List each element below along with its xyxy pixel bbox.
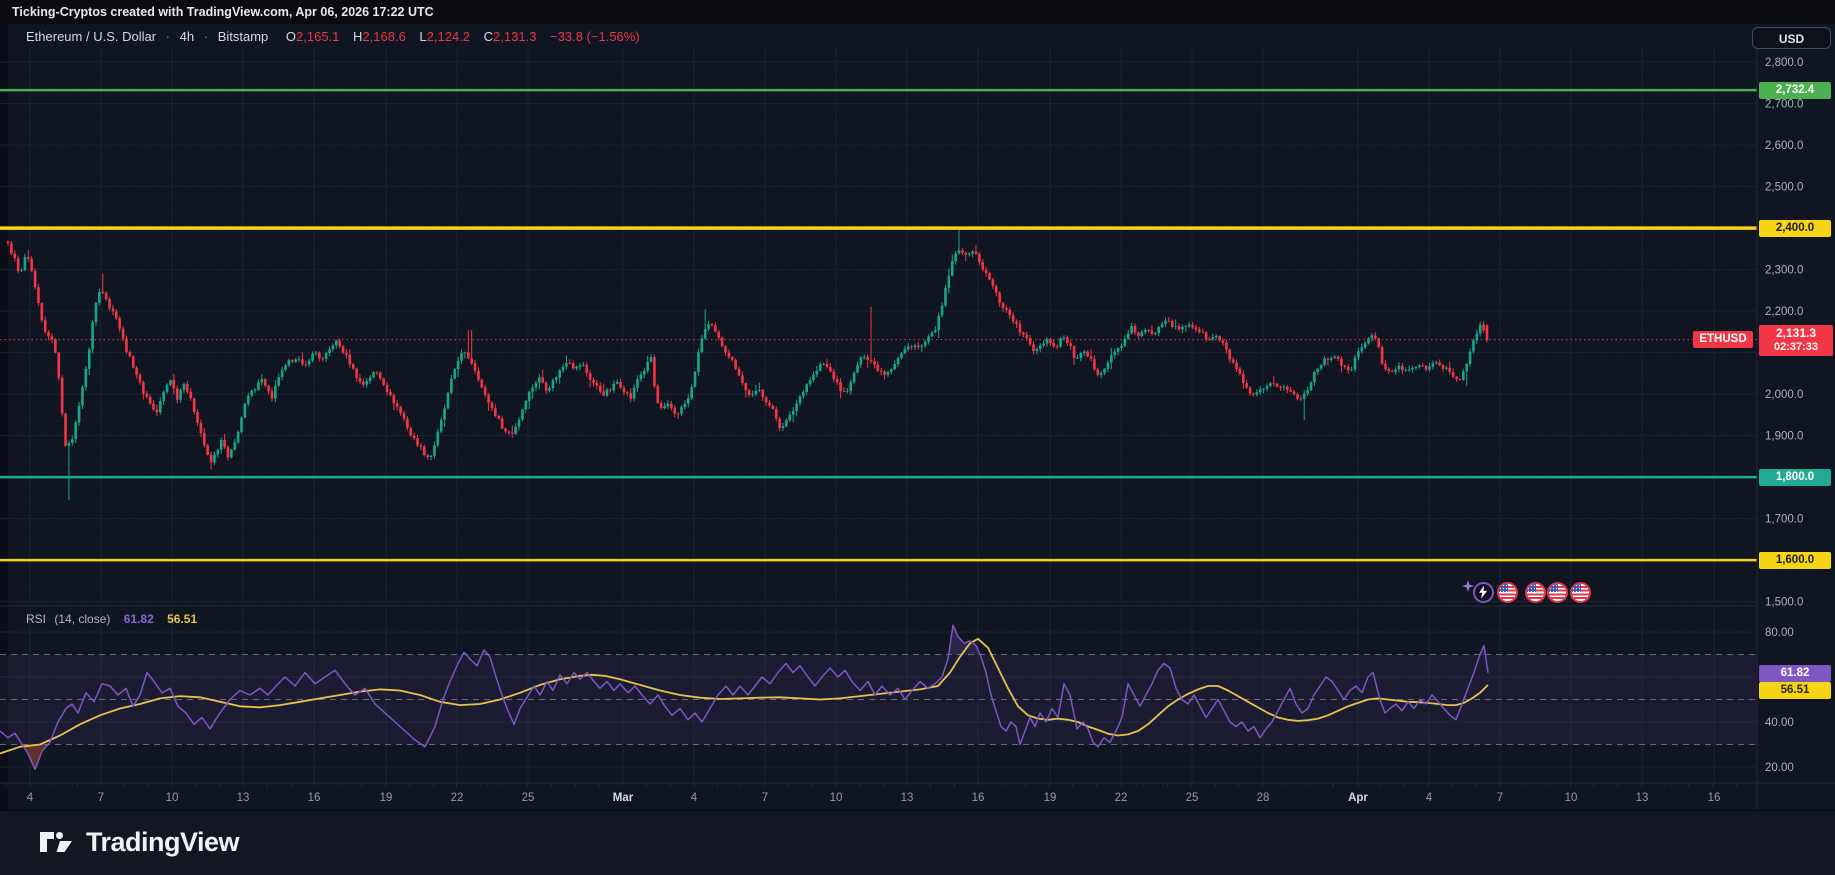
lightning-event-icon[interactable] <box>1473 582 1494 603</box>
tradingview-logo[interactable]: TradingView <box>38 825 239 859</box>
rsi-ma-axis-label: 56.51 <box>1759 682 1831 699</box>
bar-countdown: 02:37:33 <box>1759 341 1833 354</box>
rsi-ma-value: 56.51 <box>167 612 197 626</box>
us-flag-event-icon[interactable] <box>1497 582 1518 603</box>
us-flag-event-icon[interactable] <box>1547 582 1568 603</box>
open-letter: O <box>286 29 296 44</box>
rsi-title: RSI <box>26 612 46 626</box>
close-value: 2,131.3 <box>493 29 536 44</box>
last-price-label: 2,131.3 02:37:33 <box>1759 325 1833 356</box>
rsi-current-value: 61.82 <box>124 612 154 626</box>
flag-canton <box>1572 584 1581 592</box>
tradingview-logo-icon <box>38 825 74 859</box>
rsi-axis-label: 61.82 <box>1759 665 1831 682</box>
chart-canvas[interactable]: 2,800.02,700.02,600.02,500.02,300.02,200… <box>0 24 1835 810</box>
open-value: 2,165.1 <box>296 29 339 44</box>
symbol-name[interactable]: Ethereum / U.S. Dollar <box>26 29 156 44</box>
rsi-indicator-header[interactable]: RSI (14, close) 61.82 56.51 <box>26 612 197 626</box>
flag-canton <box>1527 584 1536 592</box>
exchange-label: Bitstamp <box>218 29 269 44</box>
level-label-support-low: 1,600.0 <box>1759 552 1831 569</box>
separator-dot: · <box>204 29 208 44</box>
change-value: −33.8 (−1.56%) <box>550 29 640 44</box>
high-letter: H <box>353 29 362 44</box>
interval-label[interactable]: 4h <box>180 29 194 44</box>
symbol-info-row[interactable]: Ethereum / U.S. Dollar · 4h · Bitstamp O… <box>26 29 640 44</box>
flag-canton <box>1549 584 1558 592</box>
close-letter: C <box>484 29 493 44</box>
level-label-resistance: 2,400.0 <box>1759 220 1831 237</box>
tradingview-chart-window: Ticking-Cryptos created with TradingView… <box>0 0 1835 875</box>
title-bar: Ticking-Cryptos created with TradingView… <box>0 0 1835 24</box>
low-letter: L <box>419 29 426 44</box>
chart-stage: 2,800.02,700.02,600.02,500.02,300.02,200… <box>0 24 1835 810</box>
rsi-params: (14, close) <box>54 612 110 626</box>
currency-toggle-button[interactable]: USD <box>1752 27 1831 49</box>
footer-bar: TradingView <box>0 810 1835 875</box>
us-flag-event-icon[interactable] <box>1525 582 1546 603</box>
level-label-resistance-high: 2,732.4 <box>1759 82 1831 99</box>
low-value: 2,124.2 <box>427 29 470 44</box>
title-text: Ticking-Cryptos created with TradingView… <box>12 5 434 19</box>
symbol-price-tag: ETHUSD <box>1693 331 1753 348</box>
separator-dot: · <box>166 29 170 44</box>
time-axis[interactable] <box>0 783 1757 810</box>
us-flag-event-icon[interactable] <box>1570 582 1591 603</box>
high-value: 2,168.6 <box>362 29 405 44</box>
last-price-value: 2,131.3 <box>1759 325 1833 341</box>
flag-canton <box>1499 584 1508 592</box>
level-label-support: 1,800.0 <box>1759 469 1831 486</box>
brand-text: TradingView <box>86 827 239 858</box>
